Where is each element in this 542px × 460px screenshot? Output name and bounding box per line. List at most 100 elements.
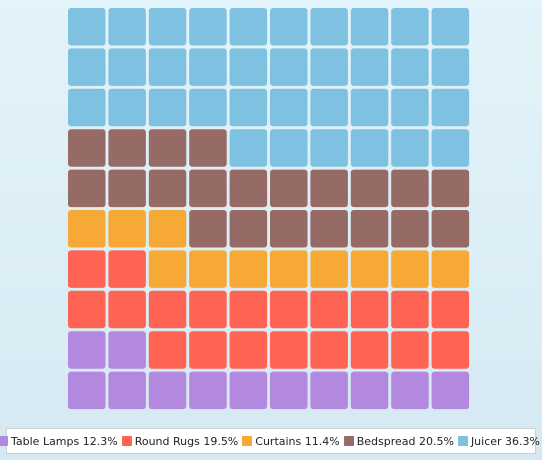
legend-item-round-rugs: Round Rugs 19.5% [121,434,239,448]
waffle-cell-juicer [108,48,146,86]
waffle-cell-curtains [431,250,470,288]
waffle-cell-round-rugs [148,331,187,369]
waffle-cell-bedspread [108,169,146,208]
waffle-cell-round-rugs [189,290,227,329]
waffle-cell-bedspread [391,210,429,248]
waffle-cell-table-lamps [310,371,348,410]
waffle-cell-round-rugs [229,331,268,369]
waffle-cell-juicer [310,48,348,86]
waffle-cell-round-rugs [108,250,146,288]
waffle-cell-bedspread [350,210,389,248]
waffle-cell-round-rugs [431,331,470,369]
waffle-cell-bedspread [310,169,348,208]
waffle-cell-juicer [229,48,268,86]
waffle-cell-table-lamps [68,331,106,369]
waffle-cell-table-lamps [431,371,470,410]
legend-label: Table Lamps 12.3% [11,434,118,448]
waffle-cell-bedspread [148,169,187,208]
waffle-cell-bedspread [350,169,389,208]
waffle-cell-bedspread [148,129,187,167]
legend-item-table-lamps: Table Lamps 12.3% [0,435,118,448]
waffle-cell-round-rugs [391,331,429,369]
waffle-cell-curtains [270,250,308,288]
waffle-cell-bedspread [310,210,348,248]
waffle-cell-juicer [68,88,106,127]
waffle-cell-juicer [229,8,268,46]
waffle-cell-bedspread [189,210,227,248]
legend-swatch [121,436,132,446]
waffle-cell-bedspread [229,210,268,248]
waffle-cell-bedspread [68,169,106,208]
waffle-cell-round-rugs [189,331,227,369]
legend-item-curtains: Curtains 11.4% [242,434,340,448]
waffle-cell-juicer [310,88,348,127]
waffle-cell-round-rugs [148,290,187,329]
legend-label: Juicer 36.3% [470,434,540,448]
waffle-cell-curtains [189,250,227,288]
waffle-cell-bedspread [431,210,470,248]
waffle-cell-juicer [310,129,348,167]
waffle-cell-juicer [270,48,308,86]
waffle-cell-table-lamps [68,371,106,410]
waffle-cell-round-rugs [68,250,106,288]
waffle-cell-table-lamps [108,331,146,369]
waffle-cell-juicer [350,88,389,127]
waffle-cell-juicer [148,48,187,86]
legend-label: Curtains 11.4% [255,434,340,448]
waffle-cell-bedspread [68,129,106,167]
waffle-cell-juicer [270,8,308,46]
waffle-cell-juicer [310,8,348,46]
waffle-cell-bedspread [270,210,308,248]
waffle-cell-table-lamps [108,371,146,410]
legend-swatch [0,436,8,446]
waffle-cell-juicer [391,48,429,86]
legend-swatch [457,436,468,446]
waffle-cell-round-rugs [108,290,146,329]
waffle-cell-table-lamps [148,371,187,410]
legend-swatch [242,436,253,446]
legend-label: Bedspread 20.5% [356,434,454,448]
waffle-cell-juicer [148,8,187,46]
legend-swatch [343,436,354,446]
legend-item-juicer: Juicer 36.3% [457,434,540,448]
waffle-cell-round-rugs [350,331,389,369]
waffle-cell-curtains [350,250,389,288]
waffle-cell-juicer [189,48,227,86]
waffle-cell-table-lamps [270,371,308,410]
waffle-cell-curtains [310,250,348,288]
waffle-cell-table-lamps [229,371,268,410]
waffle-chart [68,8,470,410]
waffle-cell-curtains [148,250,187,288]
waffle-cell-curtains [68,210,106,248]
waffle-cell-juicer [108,8,146,46]
waffle-cell-juicer [148,88,187,127]
waffle-cell-juicer [270,129,308,167]
waffle-cell-round-rugs [270,331,308,369]
waffle-cell-bedspread [229,169,268,208]
waffle-cell-juicer [229,88,268,127]
waffle-cell-juicer [391,8,429,46]
waffle-cell-table-lamps [189,371,227,410]
waffle-cell-juicer [350,8,389,46]
waffle-cell-juicer [431,129,470,167]
waffle-cell-juicer [189,88,227,127]
waffle-cell-bedspread [270,169,308,208]
legend-label: Round Rugs 19.5% [134,434,239,448]
waffle-cell-bedspread [108,129,146,167]
waffle-cell-juicer [229,129,268,167]
waffle-cell-table-lamps [350,371,389,410]
chart-legend: Table Lamps 12.3% Round Rugs 19.5% Curtain… [0,428,540,454]
waffle-cell-bedspread [189,169,227,208]
waffle-cell-bedspread [391,169,429,208]
waffle-cell-bedspread [431,169,470,208]
waffle-cell-juicer [108,88,146,127]
waffle-cell-table-lamps [391,371,429,410]
waffle-cell-juicer [189,8,227,46]
waffle-cell-juicer [270,88,308,127]
waffle-cell-juicer [391,129,429,167]
waffle-cell-juicer [431,8,470,46]
waffle-cell-curtains [229,250,268,288]
waffle-cell-juicer [68,48,106,86]
waffle-cell-round-rugs [310,331,348,369]
waffle-cell-bedspread [189,129,227,167]
